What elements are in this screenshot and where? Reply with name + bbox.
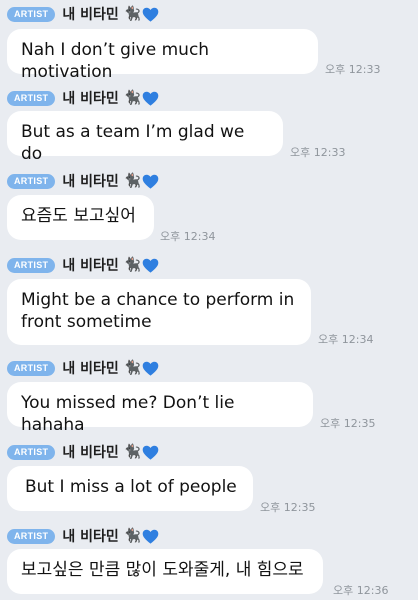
blue-heart-icon [142,91,159,106]
sender-row: ARTIST 내 비타민 🐈‍⬛ [7,443,159,461]
message-bubble[interactable]: Might be a chance to perform in front so… [7,279,311,345]
blue-heart-icon [142,361,159,376]
message-timestamp: 오후 12:33 [290,146,346,159]
message-bubble[interactable]: But as a team I’m glad we do [7,111,283,164]
chat-thread: ARTIST 내 비타민 🐈‍⬛ Nah I don’t give much m… [0,0,418,600]
artist-badge: ARTIST [7,360,56,376]
message-timestamp: 오후 12:34 [160,230,216,243]
message-bubble[interactable]: 요즘도 보고싶어 [7,195,154,240]
message-timestamp: 오후 12:35 [260,501,316,514]
sender-row: ARTIST 내 비타민 🐈‍⬛ [7,5,159,23]
black-cat-icon: 🐈‍⬛ [123,257,142,273]
message-timestamp: 오후 12:33 [325,63,381,76]
sender-name: 내 비타민 [62,445,119,461]
blue-heart-icon [142,258,159,273]
artist-badge: ARTIST [7,444,56,460]
artist-badge: ARTIST [7,528,56,544]
blue-heart-icon [142,174,159,189]
message-bubble[interactable]: You missed me? Don’t lie hahaha [7,382,313,435]
blue-heart-icon [142,7,159,22]
black-cat-icon: 🐈‍⬛ [123,6,142,22]
sender-row: ARTIST 내 비타민 🐈‍⬛ [7,89,159,107]
artist-badge: ARTIST [7,6,56,22]
message-timestamp: 오후 12:35 [320,417,376,430]
message-timestamp: 오후 12:36 [333,584,389,597]
black-cat-icon: 🐈‍⬛ [123,360,142,376]
artist-badge: ARTIST [7,257,56,273]
black-cat-icon: 🐈‍⬛ [123,528,142,544]
sender-row: ARTIST 내 비타민 🐈‍⬛ [7,172,159,190]
black-cat-icon: 🐈‍⬛ [123,90,142,106]
message-bubble[interactable]: Nah I don’t give much motivation [7,29,318,82]
sender-row: ARTIST 내 비타민 🐈‍⬛ [7,256,159,274]
sender-name: 내 비타민 [62,7,119,23]
message-bubble[interactable]: 보고싶은 만큼 많이 도와줄게, 내 힘으로 [7,549,323,594]
message-timestamp: 오후 12:34 [318,333,374,346]
sender-name: 내 비타민 [62,258,119,274]
sender-name: 내 비타민 [62,529,119,545]
sender-name: 내 비타민 [62,361,119,377]
artist-badge: ARTIST [7,90,56,106]
black-cat-icon: 🐈‍⬛ [123,173,142,189]
artist-badge: ARTIST [7,173,56,189]
sender-row: ARTIST 내 비타민 🐈‍⬛ [7,527,159,545]
blue-heart-icon [142,529,159,544]
sender-name: 내 비타민 [62,91,119,107]
sender-row: ARTIST 내 비타민 🐈‍⬛ [7,359,159,377]
black-cat-icon: 🐈‍⬛ [123,444,142,460]
sender-name: 내 비타민 [62,174,119,190]
blue-heart-icon [142,445,159,460]
message-bubble[interactable]: But I miss a lot of people [7,466,253,511]
